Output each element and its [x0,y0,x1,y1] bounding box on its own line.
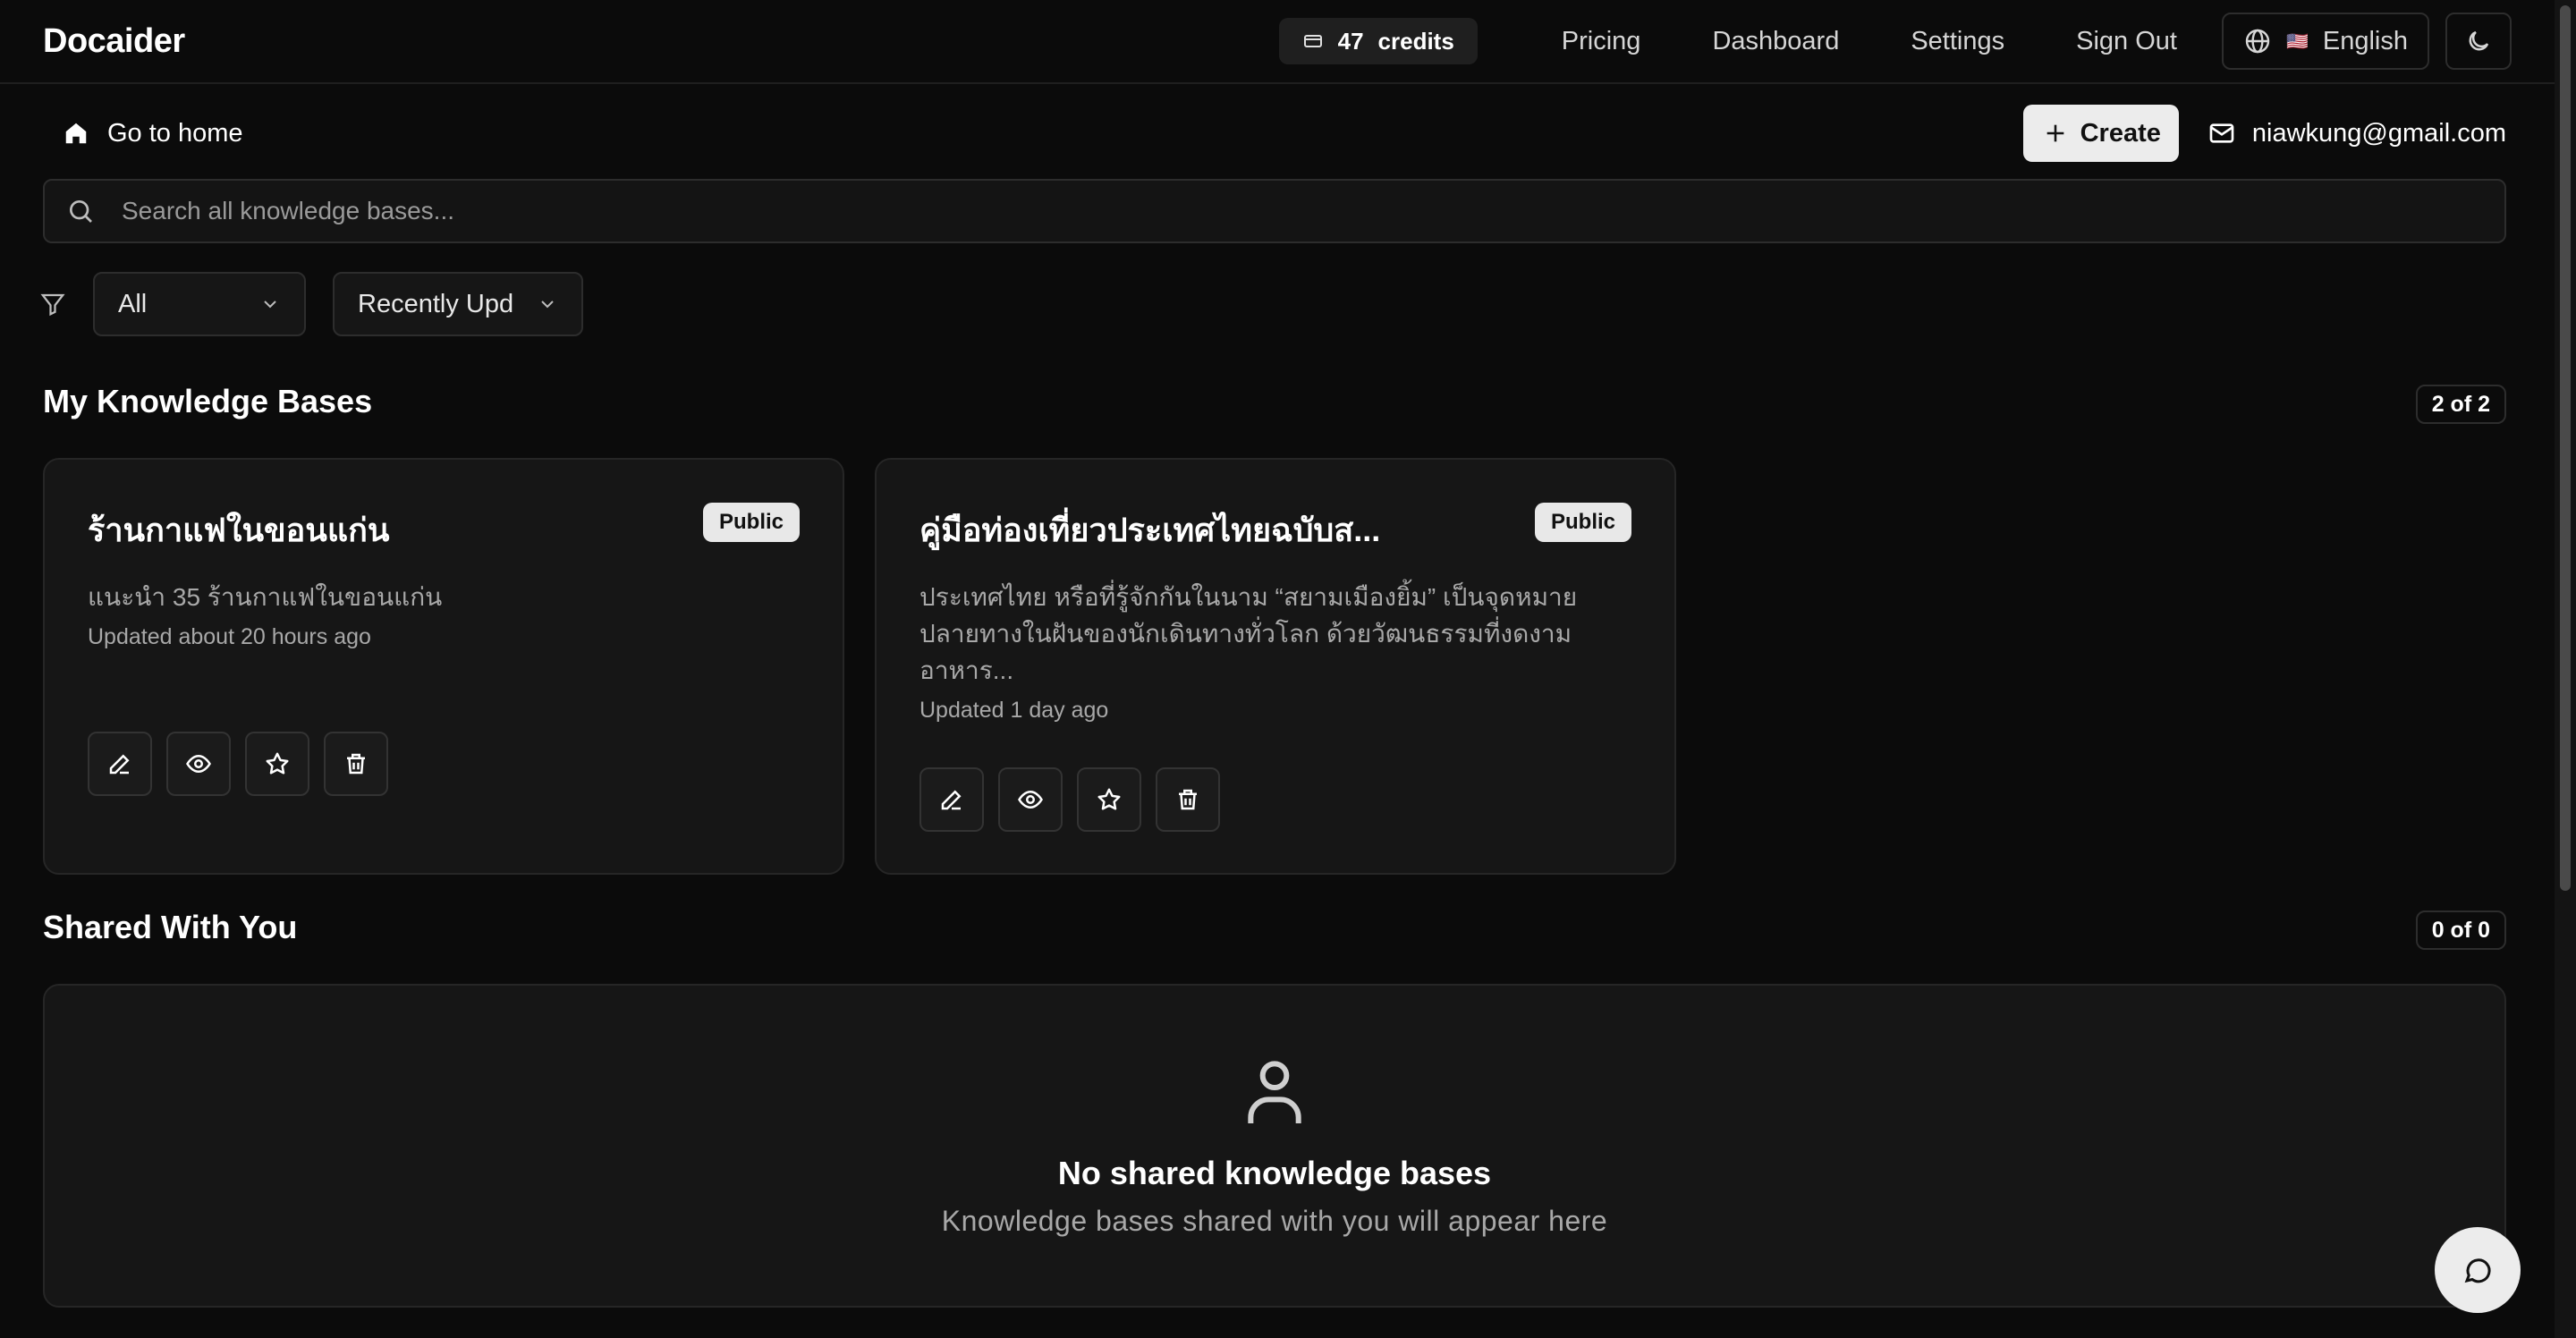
edit-button[interactable] [919,767,984,832]
nav-dashboard[interactable]: Dashboard [1712,27,1839,56]
moon-icon [2465,28,2492,55]
home-icon [63,120,89,147]
kb-card-title[interactable]: คู่มือท่องเที่ยวประเทศไทยฉบับส... [919,504,1492,555]
view-button[interactable] [998,767,1063,832]
filter-bar: All Recently Upd [39,272,583,336]
go-home-label: Go to home [107,118,243,148]
credits-badge[interactable]: 47 credits [1278,18,1478,64]
star-icon [264,750,291,777]
credit-card-icon [1302,30,1324,52]
credits-label: credits [1377,27,1454,55]
page-scrollbar[interactable] [2555,0,2576,1338]
nav-pricing[interactable]: Pricing [1562,27,1641,56]
scrollbar-thumb[interactable] [2560,5,2571,891]
sub-toolbar-right: Create niawkung@gmail.com [2022,105,2506,162]
mail-icon [2207,119,2236,148]
chevron-down-icon [537,293,558,315]
kb-card-description: แนะนำ 35 ร้านกาแฟในขอนแก่น [88,583,443,611]
top-nav: Docaider 47 credits Pricing Dashboard Se… [0,0,2555,84]
plus-icon [2043,121,2068,146]
my-kb-count: 2 of 2 [2415,385,2506,424]
edit-button[interactable] [88,732,152,796]
language-selector[interactable]: 🇺🇸 English [2221,13,2429,70]
credits-count: 47 [1337,27,1364,55]
eye-icon [185,750,212,777]
kb-card[interactable]: คู่มือท่องเที่ยวประเทศไทยฉบับส... Public… [875,458,1676,875]
chat-bubble-icon [2462,1254,2494,1286]
sub-toolbar: Go to home Create niawkung@gmail.com [43,104,2506,163]
user-icon [1239,1054,1310,1130]
favorite-button[interactable] [1077,767,1141,832]
public-badge: Public [1534,503,1631,542]
nav-settings[interactable]: Settings [1911,27,2004,56]
favorite-button[interactable] [245,732,309,796]
sort-select[interactable]: Recently Upd [333,272,583,336]
search-icon [66,197,95,225]
empty-title: No shared knowledge bases [1057,1154,1492,1191]
my-kb-title: My Knowledge Bases [43,383,373,419]
create-button[interactable]: Create [2022,105,2179,162]
shared-count: 0 of 0 [2415,910,2506,950]
edit-icon [106,750,133,777]
brand-logo[interactable]: Docaider [43,22,185,61]
shared-title: Shared With You [43,909,298,945]
theme-toggle-button[interactable] [2445,13,2512,70]
us-flag-icon: 🇺🇸 [2285,31,2309,52]
chat-button[interactable] [2435,1227,2521,1313]
create-label: Create [2080,118,2161,148]
kb-card-actions [88,732,388,796]
star-icon [1096,786,1123,813]
public-badge: Public [702,503,800,542]
trash-icon [343,750,369,777]
search-bar [43,179,2506,243]
kb-card-description: ประเทศไทย หรือที่รู้จักกันในนาม “สยามเมื… [919,583,1578,684]
kb-card-actions [919,767,1220,832]
edit-icon [938,786,965,813]
trash-icon [1174,786,1201,813]
visibility-filter-select[interactable]: All [93,272,306,336]
kb-card-updated: Updated 1 day ago [919,698,1109,723]
kb-card[interactable]: ร้านกาแฟในขอนแก่น Public แนะนำ 35 ร้านกา… [43,458,844,875]
filter-icon [39,291,66,318]
eye-icon [1017,786,1044,813]
user-email[interactable]: niawkung@gmail.com [2207,119,2506,148]
sort-value: Recently Upd [358,289,514,318]
app-root: Docaider 47 credits Pricing Dashboard Se… [0,0,2576,1338]
language-label: English [2322,26,2408,55]
kb-card-title[interactable]: ร้านกาแฟในขอนแก่น [88,504,660,555]
go-home-link[interactable]: Go to home [63,119,243,148]
delete-button[interactable] [324,732,388,796]
view-button[interactable] [166,732,231,796]
shared-empty-state: No shared knowledge bases Knowledge base… [43,984,2506,1308]
empty-subtitle: Knowledge bases shared with you will app… [941,1204,1608,1237]
email-label: niawkung@gmail.com [2251,118,2506,148]
kb-card-updated: Updated about 20 hours ago [88,624,371,649]
delete-button[interactable] [1156,767,1220,832]
visibility-filter-value: All [118,289,148,318]
search-input[interactable] [120,196,2483,226]
nav-right: 47 credits Pricing Dashboard Settings Si… [1278,13,2512,70]
chevron-down-icon [259,293,281,315]
globe-icon [2243,27,2272,55]
nav-sign-out[interactable]: Sign Out [2076,27,2177,56]
